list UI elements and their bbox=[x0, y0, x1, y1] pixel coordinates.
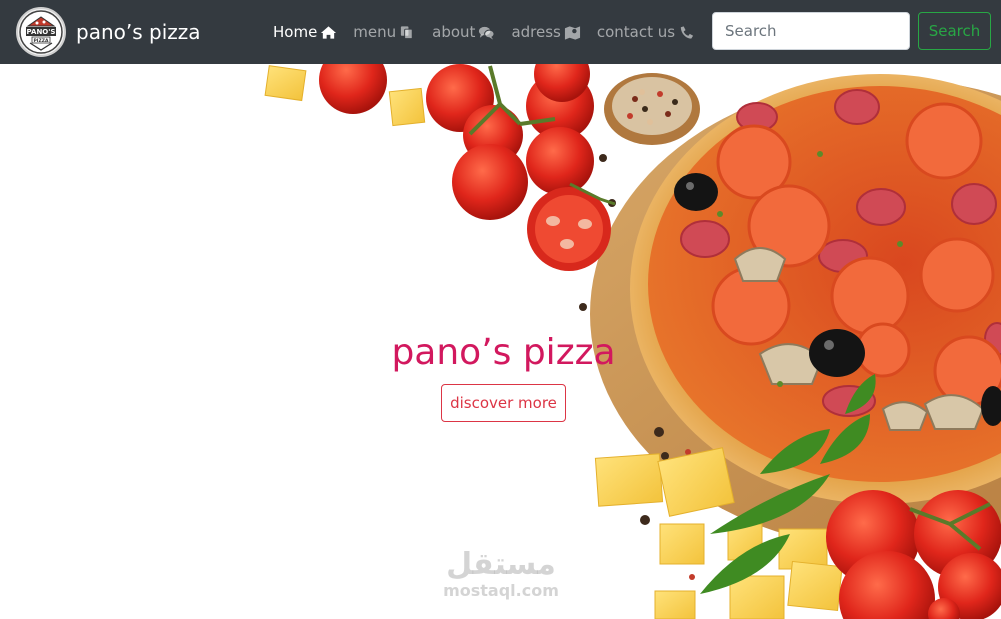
brand[interactable]: PANO'S PIZZA pano’s pizza bbox=[16, 7, 201, 57]
navbar: PANO'S PIZZA pano’s pizza Home menu abou… bbox=[0, 0, 1001, 64]
nav-item-adress[interactable]: adress bbox=[511, 23, 580, 41]
nav-item-label: adress bbox=[511, 23, 561, 41]
nav-menu: Home menu about adress contact us bbox=[273, 0, 711, 64]
nav-item-menu[interactable]: menu bbox=[353, 23, 416, 41]
logo[interactable]: PANO'S PIZZA bbox=[16, 7, 66, 57]
map-icon bbox=[564, 25, 581, 40]
svg-text:PIZZA: PIZZA bbox=[34, 38, 49, 44]
phone-icon bbox=[678, 25, 695, 40]
hero: pano’s pizza discover more bbox=[0, 64, 1001, 619]
nav-item-label: about bbox=[432, 23, 476, 41]
nav-item-label: menu bbox=[353, 23, 397, 41]
nav-item-contact[interactable]: contact us bbox=[597, 23, 695, 41]
home-icon bbox=[320, 25, 337, 40]
search-input[interactable] bbox=[712, 12, 910, 50]
nav-item-label: contact us bbox=[596, 23, 676, 41]
nav-item-about[interactable]: about bbox=[432, 23, 495, 41]
comments-icon bbox=[478, 25, 495, 40]
hero-title: pano’s pizza bbox=[391, 332, 616, 373]
discover-more-button[interactable]: discover more bbox=[441, 384, 566, 422]
svg-text:PANO'S: PANO'S bbox=[27, 28, 56, 36]
copy-icon bbox=[399, 25, 416, 40]
search-button[interactable]: Search bbox=[918, 12, 991, 50]
nav-item-label: Home bbox=[273, 23, 318, 41]
nav-item-home[interactable]: Home bbox=[273, 23, 337, 41]
brand-name[interactable]: pano’s pizza bbox=[76, 20, 201, 44]
pizza-logo-icon: PANO'S PIZZA bbox=[19, 10, 63, 54]
